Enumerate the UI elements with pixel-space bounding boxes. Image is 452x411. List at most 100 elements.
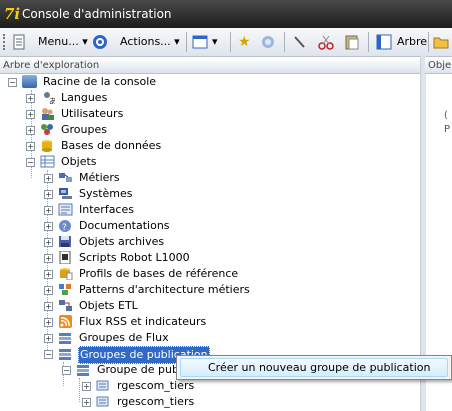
expand-icon[interactable]: + xyxy=(44,190,53,199)
svg-text:?: ? xyxy=(62,223,67,232)
expand-icon[interactable]: + xyxy=(44,222,53,231)
tree-item-label: Métiers xyxy=(79,171,120,184)
pencil-icon[interactable] xyxy=(292,34,308,52)
users-icon xyxy=(40,107,55,120)
chevron-down-icon: ▾ xyxy=(82,35,88,48)
collapse-icon[interactable]: − xyxy=(26,158,35,167)
tree-item-label: rgescom_tiers xyxy=(117,395,195,408)
star-icon[interactable]: ★ xyxy=(238,33,251,51)
app-logo: 7i xyxy=(4,5,21,23)
objects-icon xyxy=(40,155,55,168)
flux-icon xyxy=(96,379,111,392)
chevron-down-icon[interactable]: ▾ xyxy=(212,33,218,51)
expand-icon[interactable]: + xyxy=(44,286,53,295)
pattern-icon xyxy=(58,283,73,296)
profile-icon xyxy=(58,267,73,281)
tree-item-label: Utilisateurs xyxy=(61,107,124,120)
window-icon[interactable] xyxy=(192,34,208,52)
tree-item-label: Groupes xyxy=(61,123,107,136)
expand-icon[interactable]: + xyxy=(26,110,35,119)
toolbar: Menu... ▾ Actions... ▾ ▾ ★ Arbre xyxy=(0,28,452,57)
tree-item-label: Patterns d'architecture métiers xyxy=(79,283,250,296)
flux-icon xyxy=(96,395,111,408)
object-pane-text-2: P xyxy=(444,124,451,135)
context-menu: Créer un nouveau groupe de publication xyxy=(176,355,452,380)
tree-root-label: Racine de la console xyxy=(43,75,157,88)
tree-view-button[interactable]: Arbre xyxy=(397,33,427,51)
tree-item-label: rgescom_tiers xyxy=(117,379,195,392)
expand-icon[interactable]: + xyxy=(44,254,53,263)
tree-item-label: Objets archives xyxy=(79,235,165,248)
archive-icon xyxy=(58,235,73,248)
tree-view-icon[interactable] xyxy=(376,34,392,52)
publication-group-icon xyxy=(58,347,73,360)
tree-item-label: Objets xyxy=(61,155,97,168)
database-icon xyxy=(40,139,55,152)
interfaces-icon xyxy=(58,203,73,216)
explorer-tree-title: Arbre d'exploration xyxy=(3,60,100,71)
collapse-icon[interactable]: − xyxy=(62,366,71,375)
toolbar-separator xyxy=(230,32,231,52)
tree-guide-line xyxy=(79,378,80,402)
tree-item-label: Groupes de Flux xyxy=(79,331,169,344)
toolbar-grip[interactable] xyxy=(3,34,8,50)
systems-icon xyxy=(58,187,73,200)
tree-item-label: Profils de bases de référence xyxy=(79,267,239,280)
menu-button-label: Menu... xyxy=(38,35,79,48)
tree-item-label: Objets ETL xyxy=(79,299,138,312)
expand-icon[interactable]: + xyxy=(44,302,53,311)
toolbar-separator xyxy=(428,32,429,52)
tree-item-label: Flux RSS et indicateurs xyxy=(79,315,207,328)
flux-group-icon xyxy=(58,331,73,344)
tree-item-label: Groupe de publi xyxy=(97,363,186,376)
menu-button[interactable]: Menu... ▾ xyxy=(38,33,88,51)
explorer-tree-header: Arbre d'exploration xyxy=(0,58,420,74)
paste-icon[interactable] xyxy=(344,34,360,52)
expand-icon[interactable]: + xyxy=(26,142,35,151)
collapse-icon[interactable]: − xyxy=(44,350,53,359)
expand-icon[interactable]: + xyxy=(44,334,53,343)
actions-icon xyxy=(92,34,108,52)
expand-icon[interactable]: + xyxy=(44,318,53,327)
actions-button-label: Actions... xyxy=(120,35,171,48)
expand-icon[interactable]: + xyxy=(82,382,91,391)
expand-icon[interactable]: + xyxy=(44,270,53,279)
console-root-icon xyxy=(22,75,37,88)
publication-group-icon xyxy=(76,363,91,376)
documentation-icon: ? xyxy=(58,219,73,233)
svg-text:あ: あ xyxy=(49,97,55,104)
tree-item-label: Systèmes xyxy=(79,187,133,200)
expand-icon[interactable]: + xyxy=(26,94,35,103)
expand-icon[interactable]: + xyxy=(82,398,91,407)
cut-icon[interactable] xyxy=(318,34,334,52)
expand-icon[interactable]: + xyxy=(44,206,53,215)
menu-icon xyxy=(12,34,26,52)
object-pane-text-1: ( xyxy=(444,110,448,121)
collapse-icon[interactable]: − xyxy=(8,78,17,87)
window-title: Console d'administration xyxy=(22,7,172,21)
tree-item-label: Documentations xyxy=(79,219,170,232)
refresh-icon[interactable] xyxy=(260,34,276,52)
toolbar-separator xyxy=(284,32,285,52)
create-publication-group-menu-item[interactable]: Créer un nouveau groupe de publication xyxy=(180,358,448,377)
groups-icon xyxy=(40,123,55,136)
expand-icon[interactable]: + xyxy=(26,126,35,135)
toolbar-separator xyxy=(368,32,369,52)
object-pane-header: Obje xyxy=(425,58,452,74)
languages-icon: あ xyxy=(40,91,57,106)
business-icon xyxy=(58,171,73,184)
folder-icon[interactable] xyxy=(433,34,449,52)
script-icon xyxy=(58,250,73,265)
object-pane-title: Obje xyxy=(428,60,452,71)
menu-item-label: Créer un nouveau groupe de publication xyxy=(208,361,431,374)
tree-item-label: Interfaces xyxy=(79,203,134,216)
expand-icon[interactable]: + xyxy=(44,174,53,183)
rss-icon xyxy=(58,315,73,328)
tree-item-label: Langues xyxy=(61,91,108,104)
toolbar-separator xyxy=(186,32,187,52)
tree-item-label: Bases de données xyxy=(61,139,162,152)
chevron-down-icon: ▾ xyxy=(174,35,180,48)
title-bar: 7i Console d'administration xyxy=(0,0,452,28)
actions-button[interactable]: Actions... ▾ xyxy=(120,33,180,51)
expand-icon[interactable]: + xyxy=(44,238,53,247)
